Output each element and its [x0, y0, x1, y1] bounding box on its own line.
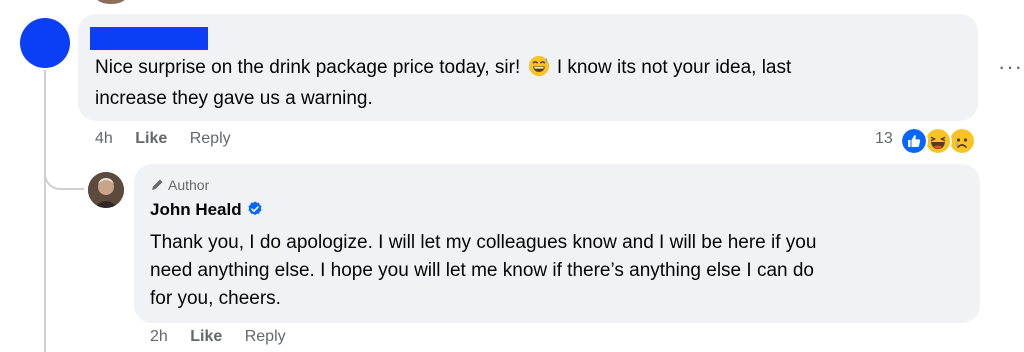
- sad-reaction-icon[interactable]: [948, 127, 976, 155]
- more-options-icon[interactable]: ···: [998, 54, 1023, 80]
- pen-icon: [152, 179, 163, 190]
- reply-author-name-text[interactable]: John Heald: [150, 200, 242, 219]
- author-badge-label: Author: [168, 177, 210, 193]
- reply-text-line2: need anything else. I hope you will let …: [150, 260, 814, 281]
- comment-timestamp[interactable]: 4h: [95, 130, 113, 147]
- reply-reply-button[interactable]: Reply: [245, 328, 286, 345]
- john-heald-avatar[interactable]: [88, 172, 124, 208]
- comment-text-start: Nice surprise on the drink package price…: [95, 57, 521, 78]
- reply-timestamp[interactable]: 2h: [150, 328, 168, 345]
- reply-text-line3: for you, cheers.: [150, 288, 281, 309]
- comment-actions: 4h Like Reply: [95, 130, 231, 148]
- comment-reply-button[interactable]: Reply: [190, 130, 231, 147]
- reaction-count[interactable]: 13: [875, 130, 893, 148]
- thread-line-vertical: [44, 70, 46, 352]
- reply-actions: 2h Like Reply: [150, 328, 286, 346]
- haha-reaction-icon[interactable]: [924, 127, 952, 155]
- grinning-sweat-emoji-icon: [528, 55, 549, 77]
- commenter-avatar[interactable]: [20, 18, 70, 68]
- verified-badge-icon: [248, 201, 262, 216]
- comment-like-button[interactable]: Like: [135, 130, 167, 147]
- reply-text-line1: Thank you, I do apologize. I will let my…: [150, 232, 817, 253]
- comment-body: Nice surprise on the drink package price…: [95, 53, 965, 82]
- profile-photo-icon: [88, 172, 124, 208]
- comment-text-line2: increase they gave us a warning.: [95, 88, 373, 109]
- reply-author-name[interactable]: John Heald: [150, 200, 263, 220]
- author-badge: Author: [150, 177, 209, 193]
- redacted-commenter-name: [90, 27, 208, 50]
- previous-avatar-peek: [96, 0, 126, 4]
- comment-text-line1-end: I know its not your idea, last: [556, 57, 792, 78]
- like-reaction-icon[interactable]: [900, 127, 928, 155]
- reply-like-button[interactable]: Like: [190, 328, 222, 345]
- thread-line-curve: [44, 150, 84, 190]
